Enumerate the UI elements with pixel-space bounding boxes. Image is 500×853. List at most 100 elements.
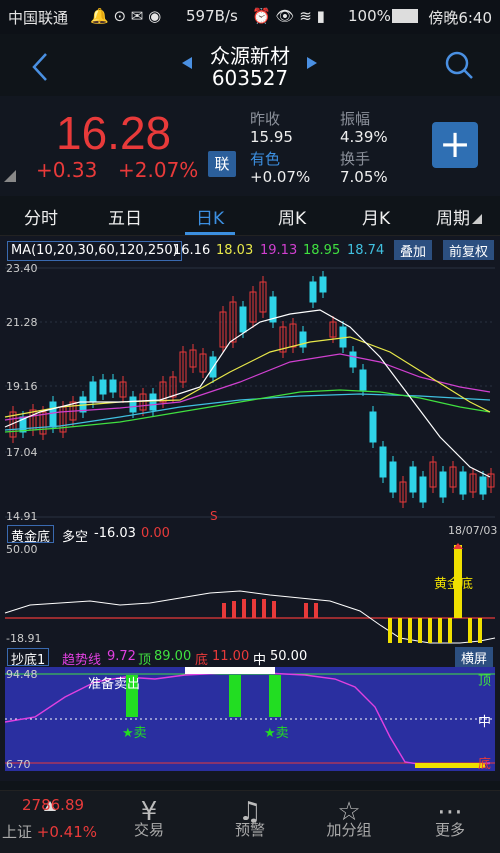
candle-body <box>379 446 387 478</box>
corner-arrow-icon <box>4 170 16 182</box>
candle-body <box>129 396 137 413</box>
candle-body <box>419 476 427 503</box>
status-icons: ⏰ 👁 ≋ ▮ <box>252 7 325 25</box>
sector-label[interactable]: 有色 <box>250 148 280 169</box>
stock-code: 603527 <box>211 66 289 90</box>
quote-panel: 16.28 +0.33 +2.07% 联 昨收 15.95 有色 +0.07% … <box>0 96 500 196</box>
sub2-trend-value: 9.72 <box>107 649 136 664</box>
tab-monthly-k[interactable]: 月K <box>362 204 390 229</box>
sub2-trend-label: 趋势线 <box>62 653 102 668</box>
add-watchlist-button[interactable]: + <box>432 122 478 168</box>
sub2-mid-value: 50.00 <box>270 649 308 664</box>
y-tick-1: 23.40 <box>6 262 38 275</box>
search-icon[interactable] <box>444 50 474 80</box>
nav-add-group[interactable]: 加分组 <box>314 819 384 840</box>
candle-body <box>409 466 417 493</box>
y-tick-2: 21.28 <box>6 316 38 329</box>
index-name[interactable]: 上证 +0.41% <box>2 821 97 842</box>
bottom-fishing-chart[interactable] <box>5 667 495 771</box>
sub1-y-bottom: -18.91 <box>6 632 42 645</box>
sell-tag-1: ★卖 <box>122 726 147 741</box>
y-tick-3: 19.16 <box>6 380 38 393</box>
candle-body <box>109 379 117 393</box>
sub2-mid-label: 中 <box>253 653 267 668</box>
period-tabs: 分时 五日 日K 周K 月K 周期 <box>0 196 500 236</box>
stock-header: 众源新材 603527 <box>0 34 500 96</box>
adjust-button[interactable]: 前复权 <box>443 240 495 260</box>
candle-body <box>349 351 357 368</box>
price-change: +0.33 <box>36 158 98 182</box>
turnover-label: 换手 <box>340 150 371 168</box>
bottom-nav: 2786.89 上证 +0.41% ¥ 交易 ♫ 预警 ☆ 加分组 ⋯ 更多 <box>0 790 500 853</box>
lian-button[interactable]: 联 <box>208 151 236 177</box>
tab-intraday[interactable]: 分时 <box>24 204 58 229</box>
candle-body <box>49 401 57 428</box>
candle-body <box>99 379 107 395</box>
period-dropdown-icon <box>472 214 482 224</box>
candle-body <box>89 381 97 403</box>
index-value[interactable]: 2786.89 <box>22 796 84 814</box>
tab-five-day[interactable]: 五日 <box>108 204 142 229</box>
active-tab-indicator <box>185 232 235 235</box>
nav-more[interactable]: 更多 <box>415 819 485 840</box>
amplitude-value: 4.39% <box>340 128 388 146</box>
sell-prep-note: 准备卖出 <box>88 677 141 692</box>
candle-body <box>369 411 377 443</box>
sub2-top-label: 顶 <box>138 653 152 668</box>
sub2-title[interactable]: 抄底1 <box>7 648 50 668</box>
next-stock-icon[interactable] <box>305 56 319 70</box>
candlestick-chart[interactable]: S <box>0 262 500 522</box>
candle-body <box>239 306 247 333</box>
candle-body <box>309 281 317 303</box>
sub2-y-top: 94.48 <box>6 668 38 681</box>
amplitude-label: 振幅 <box>340 110 371 128</box>
carrier: 中国联通 <box>8 9 69 27</box>
candle-body <box>479 476 487 495</box>
sub1-value2: 0.00 <box>141 526 170 541</box>
sub2-bottom-value: 11.00 <box>212 649 250 664</box>
sub2-right-top: 顶 <box>478 674 492 689</box>
tab-weekly-k[interactable]: 周K <box>278 204 306 229</box>
ma-legend-label[interactable]: MA(10,20,30,60,120,250) <box>7 241 182 261</box>
candle-body <box>439 471 447 498</box>
candle-body <box>339 326 347 348</box>
sell-signal-marker: S <box>210 509 218 522</box>
sub1-y-top: 50.00 <box>6 543 38 556</box>
status-bar: 中国联通 🔔 ⊙ ✉ ◉ 597B/s ⏰ 👁 ≋ ▮ 100% 傍晚6:40 <box>0 0 500 34</box>
battery-icon <box>392 9 418 23</box>
clock: 傍晚6:40 <box>428 9 492 27</box>
stock-name: 众源新材 <box>210 44 290 68</box>
sub2-y-bottom: 6.70 <box>6 758 31 771</box>
current-price: 16.28 <box>56 107 172 159</box>
ma20-value: 18.03 <box>216 243 254 258</box>
sell-tag-2: ★卖 <box>264 726 289 741</box>
y-tick-5: 14.91 <box>6 510 38 523</box>
candle-body <box>319 276 327 293</box>
price-change-pct: +2.07% <box>118 158 199 182</box>
notification-icons: 🔔 ⊙ ✉ ◉ <box>90 7 162 25</box>
candle-body <box>149 393 157 411</box>
landscape-button[interactable]: 横屏 <box>455 647 494 667</box>
tab-daily-k[interactable]: 日K <box>196 204 224 229</box>
prev-close-value: 15.95 <box>250 128 293 146</box>
chart-date: 18/07/03 <box>448 524 498 537</box>
prev-close-label: 昨收 <box>250 110 281 128</box>
sub2-top-value: 89.00 <box>154 649 192 664</box>
sub1-value: -16.03 <box>94 526 136 541</box>
sub2-bottom-label: 底 <box>195 653 209 668</box>
tab-period[interactable]: 周期 <box>436 204 470 229</box>
golden-bottom-annotation: 黄金底 <box>434 577 474 592</box>
overlay-button[interactable]: 叠加 <box>394 240 433 260</box>
golden-bottom-chart[interactable] <box>0 543 500 647</box>
battery-level: 100% <box>348 7 391 25</box>
y-tick-4: 17.04 <box>6 446 38 459</box>
sub2-right-mid: 中 <box>478 715 492 730</box>
sector-value: +0.07% <box>250 168 311 186</box>
candle-body <box>359 369 367 391</box>
ma60-value: 18.95 <box>303 243 341 258</box>
sub1-title[interactable]: 黄金底 <box>7 525 55 545</box>
sub2-right-bottom: 底 <box>478 757 492 772</box>
nav-trade[interactable]: 交易 <box>114 819 184 840</box>
nav-alert[interactable]: 预警 <box>215 819 285 840</box>
turnover-value: 7.05% <box>340 168 388 186</box>
